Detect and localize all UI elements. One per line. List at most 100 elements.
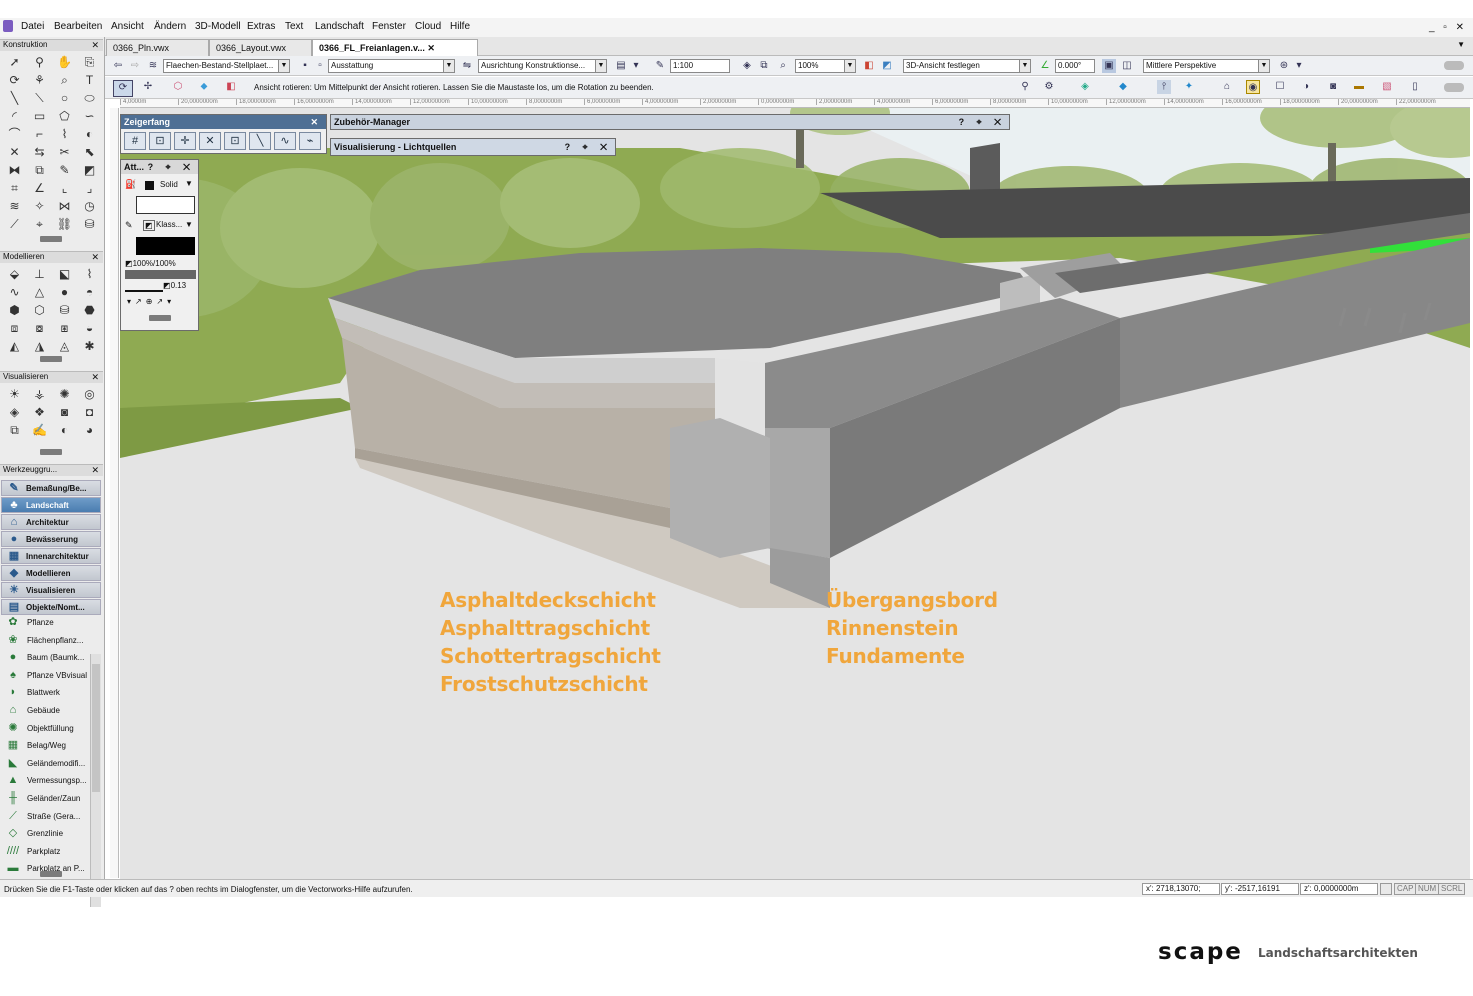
loft-tool-icon[interactable]: ⌇ <box>77 266 102 282</box>
working-plane-select[interactable]: Ausrichtung Konstruktionse... ▼ <box>478 59 607 73</box>
heliodon-tool-icon[interactable]: ◕ <box>77 422 102 438</box>
scale-field[interactable]: 1:100 <box>670 59 730 73</box>
object-tool-item[interactable]: ✺ Objektfüllung <box>2 720 90 737</box>
snapping-palette-title-bar[interactable]: Zeigerfang ✕ <box>121 115 326 129</box>
palette-header-visualisieren[interactable]: Visualisieren ✕ <box>0 371 103 383</box>
line-weight-value[interactable]: ◩0.13 <box>163 281 186 290</box>
tab-freianlagen[interactable]: 0366_FL_Freianlagen.v... ✕ <box>312 39 478 56</box>
page-icon[interactable]: ☐ <box>1273 80 1287 94</box>
walk-tool-icon[interactable]: ⚘ <box>27 72 52 88</box>
menu-aendern[interactable]: Ändern <box>154 21 186 32</box>
fill-style-label[interactable]: Solid <box>160 180 178 189</box>
plane-mode-icon[interactable]: ⬥ <box>197 80 211 94</box>
pan-tool-icon[interactable]: ✋ <box>52 54 77 70</box>
toolset-bewässerung[interactable]: ● Bewässerung <box>1 531 101 547</box>
snap-mode-button[interactable]: ⊡ <box>224 132 246 150</box>
toolset-landschaft[interactable]: ♣ Landschaft <box>1 497 101 513</box>
point-light-tool-icon[interactable]: ✺ <box>52 386 77 402</box>
sheet-icon[interactable]: ▤ <box>614 59 628 73</box>
palette-header-werkzeuggruppen[interactable]: Werkzeuggru... ✕ <box>0 464 103 476</box>
class-select[interactable]: Ausstattung ▼ <box>328 59 455 73</box>
magnify-tool-icon[interactable]: ⚲ <box>27 54 52 70</box>
camera-tool-icon[interactable]: ◎ <box>77 386 102 402</box>
visibility-icon[interactable]: ◉ <box>1246 80 1260 94</box>
intersect-tool-icon[interactable]: ⧆ <box>52 320 77 336</box>
zoom-icon[interactable]: ⌕ <box>776 59 790 73</box>
zoom-tool-icon[interactable]: ⌕ <box>52 72 77 88</box>
reshape-tool-icon[interactable]: ⬉ <box>77 144 102 160</box>
layer-select[interactable]: Flaechen-Bestand-Stellplaet... ▼ <box>163 59 290 73</box>
palette-header-konstruktion[interactable]: Konstruktion ✕ <box>0 39 103 51</box>
line-tool-icon[interactable]: ╲ <box>2 90 27 106</box>
forward-arrow-icon[interactable]: ⇨ <box>128 59 142 73</box>
tab-pln[interactable]: 0366_Pln.vwx <box>106 39 209 56</box>
light-tool-icon[interactable]: ☀ <box>2 386 27 402</box>
trim-tool-icon[interactable]: ✕ <box>2 144 27 160</box>
locus-tool-icon[interactable]: ✧ <box>27 198 52 214</box>
push-pull-tool-icon[interactable]: ⊥ <box>27 266 52 282</box>
toolset-objekte-nomt[interactable]: ▤ Objekte/Nomt... <box>1 599 101 615</box>
snap-mode-button[interactable]: ╲ <box>249 132 271 150</box>
chamfer-tool-icon[interactable]: ⌟ <box>77 180 102 196</box>
palette-collapse-handle[interactable] <box>149 315 171 321</box>
texture-map-tool-icon[interactable]: ◈ <box>2 404 27 420</box>
sketch-tool-icon[interactable]: ✍ <box>27 422 52 438</box>
nurbs-tool-icon[interactable]: ∿ <box>2 284 27 300</box>
toolset-innenarchitektur[interactable]: ▦ Innenarchitektur <box>1 548 101 564</box>
object-tool-item[interactable]: ◣ Geländemodifi... <box>2 755 90 772</box>
fillet-edge-tool-icon[interactable]: ◒ <box>77 320 102 336</box>
palette-collapse-handle[interactable] <box>40 236 62 242</box>
close-icon[interactable]: ✕ <box>91 372 99 383</box>
arc-tool-icon[interactable]: ◜ <box>2 108 27 124</box>
section-tool-icon[interactable]: ◬ <box>52 338 77 354</box>
emboss-tool-icon[interactable]: ◮ <box>27 338 52 354</box>
snap-mode-button[interactable]: ∿ <box>274 132 296 150</box>
split-tool-icon[interactable]: ✂ <box>52 144 77 160</box>
fill-preview[interactable] <box>136 196 195 214</box>
add-tool-icon[interactable]: ⧇ <box>27 320 52 336</box>
pen-preview[interactable] <box>136 237 195 255</box>
snap-mode-button[interactable]: ✕ <box>199 132 221 150</box>
document-icon[interactable]: ▯ <box>1408 80 1422 94</box>
perspective-icon[interactable]: ▣ <box>1102 59 1116 73</box>
center-rotation-icon[interactable]: ✢ <box>141 80 155 94</box>
sun-study-tool-icon[interactable]: ◐ <box>52 422 77 438</box>
object-tool-item[interactable]: //// Parkplatz <box>2 843 90 860</box>
deform-tool-icon[interactable]: ✱ <box>77 338 102 354</box>
freehand-tool-icon[interactable]: ∽ <box>77 108 102 124</box>
connect-tool-icon[interactable]: ⌗ <box>2 180 27 196</box>
background-tool-icon[interactable]: ◘ <box>77 404 102 420</box>
toolset-architektur[interactable]: ⌂ Architektur <box>1 514 101 530</box>
text-tool-icon[interactable]: T <box>77 72 102 88</box>
box-mode-icon[interactable]: ⬡ <box>171 80 185 94</box>
drawing-area-3d-view[interactable]: Asphaltdeckschicht Asphalttragschicht Scho… <box>120 108 1470 879</box>
close-icon[interactable]: ✕ <box>91 252 99 263</box>
toolset-visualisieren[interactable]: ☀ Visualisieren <box>1 582 101 598</box>
chevron-down-icon[interactable]: ▼ <box>185 179 193 188</box>
menu-text[interactable]: Text <box>285 21 303 32</box>
spot-light-tool-icon[interactable]: ⚶ <box>27 386 52 402</box>
polygon-tool-icon[interactable]: ⬠ <box>52 108 77 124</box>
vr-tool-icon[interactable]: ◙ <box>52 404 77 420</box>
object-tool-item[interactable]: ❀ Flächenpflanz... <box>2 632 90 649</box>
close-icon[interactable]: ✕ <box>310 115 323 129</box>
attribute-tool-icon[interactable]: ◩ <box>77 162 102 178</box>
renderworks-tool-icon[interactable]: ❖ <box>27 404 52 420</box>
flyover-tool-icon[interactable]: ⎘ <box>77 54 102 70</box>
subtract-tool-icon[interactable]: ⧈ <box>2 320 27 336</box>
flyover-icon[interactable]: ◧ <box>862 59 876 73</box>
standard-view-select[interactable]: 3D-Ansicht festlegen ▼ <box>903 59 1031 73</box>
menu-hilfe[interactable]: Hilfe <box>450 21 470 32</box>
toolset-bemaßung-be[interactable]: ✎ Bemaßung/Be... <box>1 480 101 496</box>
object-list-scrollbar[interactable] <box>90 654 101 907</box>
help-pin-close-icons[interactable]: ? ⌖ ✕ <box>565 139 612 155</box>
arrowhead-controls[interactable]: ▾↗⊕↗▾ <box>127 297 175 306</box>
paint-icon[interactable]: ⌂ <box>1220 80 1234 94</box>
chevron-down-icon[interactable]: ▾ <box>629 59 643 73</box>
offset-tool-icon[interactable]: ⇆ <box>27 144 52 160</box>
help-pin-close-icons[interactable]: ? ⌖ ✕ <box>148 160 195 174</box>
object-tool-item[interactable]: ● Baum (Baumk... <box>2 649 90 666</box>
chevron-down-icon[interactable]: ▼ <box>185 220 193 229</box>
object-tool-item[interactable]: ♠ Pflanze VBvisual <box>2 667 90 684</box>
tab-layout[interactable]: 0366_Layout.vwx <box>209 39 312 56</box>
